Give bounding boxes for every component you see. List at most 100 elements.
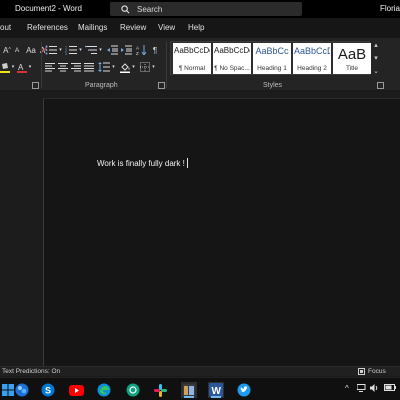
paragraph-dialog-launcher-icon[interactable]: [158, 82, 165, 89]
focus-button[interactable]: Focus: [358, 368, 386, 375]
grow-font-button[interactable]: A ^: [2, 44, 12, 56]
title-bar: Document2 - Word Search Florian: [0, 0, 400, 18]
paragraph-group-label: Paragraph: [85, 82, 118, 89]
style-no-spacing[interactable]: AaBbCcDc ¶ No Spac...: [213, 43, 251, 74]
highlight-dropdown-icon[interactable]: ▾: [10, 61, 16, 73]
change-case-label: Aa: [26, 45, 36, 55]
tab-layout[interactable]: out: [0, 23, 11, 32]
user-name[interactable]: Florian: [380, 4, 400, 13]
tab-mailings[interactable]: Mailings: [78, 23, 107, 32]
justify-icon[interactable]: [83, 61, 95, 73]
volume-icon[interactable]: [370, 384, 379, 394]
tab-references[interactable]: References: [27, 23, 68, 32]
style-preview: AaBbCcDc: [174, 46, 210, 55]
increase-indent-icon[interactable]: [120, 44, 132, 56]
focus-icon: [358, 368, 365, 375]
youtube-icon[interactable]: [68, 382, 84, 398]
show-formatting-icon[interactable]: ¶: [150, 44, 160, 56]
search-placeholder: Search: [137, 4, 163, 14]
line-spacing-dropdown-icon[interactable]: ▾: [111, 61, 116, 73]
style-preview: AaBbCc: [255, 46, 289, 56]
svg-text:S: S: [45, 386, 51, 396]
shrink-font-button[interactable]: A: [12, 44, 22, 56]
ribbon-divider: [41, 42, 42, 88]
bullets-icon[interactable]: [44, 44, 58, 56]
align-right-icon[interactable]: [70, 61, 82, 73]
style-preview: AaBbCcD: [294, 46, 330, 56]
svg-text:A: A: [136, 46, 139, 51]
style-preview: AaB: [337, 46, 367, 63]
style-name: Title: [345, 65, 359, 72]
search-icon: [118, 2, 132, 16]
battery-icon[interactable]: [384, 384, 396, 393]
highlight-icon[interactable]: [0, 61, 10, 73]
style-name: Heading 2: [297, 65, 327, 72]
font-dialog-launcher-icon[interactable]: [32, 82, 39, 89]
font-color-dropdown-icon[interactable]: ▾: [27, 61, 33, 73]
decrease-indent-icon[interactable]: [106, 44, 118, 56]
tray-expand-icon[interactable]: ^: [345, 384, 349, 393]
body-text: Work is finally fully dark !: [97, 159, 185, 168]
style-heading-1[interactable]: AaBbCc Heading 1: [253, 43, 291, 74]
style-name: ¶ Normal: [178, 65, 206, 72]
ribbon: A ^ A Aa A ▾ A ▾ ▾ 123 ▾ ▾ AZ ¶ ▾ ▾ ▾ Aa…: [0, 38, 400, 91]
twitter-icon[interactable]: [236, 382, 252, 398]
style-title[interactable]: AaB Title: [333, 43, 371, 74]
search-box[interactable]: Search: [110, 2, 302, 16]
more-styles-icon[interactable]: ⌄: [373, 67, 379, 75]
styles-gallery-scroll: ▴ ▾ ⌄: [372, 41, 380, 75]
chatgpt-icon[interactable]: [125, 382, 141, 398]
slack-icon[interactable]: [152, 382, 168, 398]
numbering-icon[interactable]: 123: [64, 44, 78, 56]
borders-dropdown-icon[interactable]: ▾: [151, 61, 156, 73]
edge-icon[interactable]: [96, 382, 112, 398]
shrink-font-label: A: [14, 46, 20, 54]
skype-icon[interactable]: S: [40, 382, 56, 398]
font-color-icon[interactable]: A: [17, 61, 27, 73]
svg-text:3: 3: [65, 52, 67, 55]
document-title: Document2 - Word: [15, 4, 82, 13]
multilevel-list-icon[interactable]: [84, 44, 98, 56]
pilcrow-label: ¶: [152, 45, 158, 55]
style-heading-2[interactable]: AaBbCcD Heading 2: [293, 43, 331, 74]
multilevel-dropdown-icon[interactable]: ▾: [98, 44, 103, 56]
style-normal[interactable]: AaBbCcDc ¶ Normal: [173, 43, 211, 74]
svg-text:Z: Z: [136, 51, 139, 55]
style-name: Heading 1: [257, 65, 287, 72]
style-name: ¶ No Spac...: [214, 65, 250, 72]
line-spacing-icon[interactable]: [97, 61, 111, 73]
active-indicator: [211, 396, 221, 398]
active-indicator: [184, 396, 194, 398]
style-preview: AaBbCcDc: [214, 46, 250, 55]
document-area: Work is finally fully dark !: [0, 92, 400, 366]
status-bar: Text Predictions: On Focus: [0, 366, 400, 376]
change-case-button[interactable]: Aa: [24, 44, 38, 56]
tab-help[interactable]: Help: [188, 23, 204, 32]
shading-dropdown-icon[interactable]: ▾: [131, 61, 136, 73]
text-caret: [186, 158, 188, 168]
scroll-down-icon[interactable]: ▾: [374, 54, 378, 62]
bullets-dropdown-icon[interactable]: ▾: [58, 44, 63, 56]
styles-gallery: AaBbCcDc ¶ Normal AaBbCcDc ¶ No Spac... …: [170, 41, 371, 75]
focus-label: Focus: [368, 368, 386, 375]
photos-app-icon[interactable]: [181, 382, 197, 398]
taskbar: S W ^: [0, 377, 400, 400]
align-left-icon[interactable]: [44, 61, 56, 73]
numbering-dropdown-icon[interactable]: ▾: [78, 44, 83, 56]
document-body[interactable]: Work is finally fully dark !: [97, 158, 188, 168]
sort-icon[interactable]: AZ: [135, 44, 147, 56]
svg-text:A: A: [18, 63, 24, 72]
ribbon-divider: [166, 42, 167, 88]
align-center-icon[interactable]: [57, 61, 69, 73]
tab-review[interactable]: Review: [120, 23, 146, 32]
styles-dialog-launcher-icon[interactable]: [377, 82, 384, 89]
borders-icon[interactable]: [139, 61, 151, 73]
document-page[interactable]: Work is finally fully dark !: [43, 98, 400, 366]
shading-icon[interactable]: [119, 61, 131, 73]
word-icon[interactable]: W: [208, 382, 224, 398]
widgets-icon[interactable]: [14, 382, 30, 398]
scroll-up-icon[interactable]: ▴: [374, 41, 378, 49]
text-predictions-status[interactable]: Text Predictions: On: [2, 368, 60, 375]
tab-view[interactable]: View: [158, 23, 175, 32]
network-icon[interactable]: [356, 384, 366, 394]
